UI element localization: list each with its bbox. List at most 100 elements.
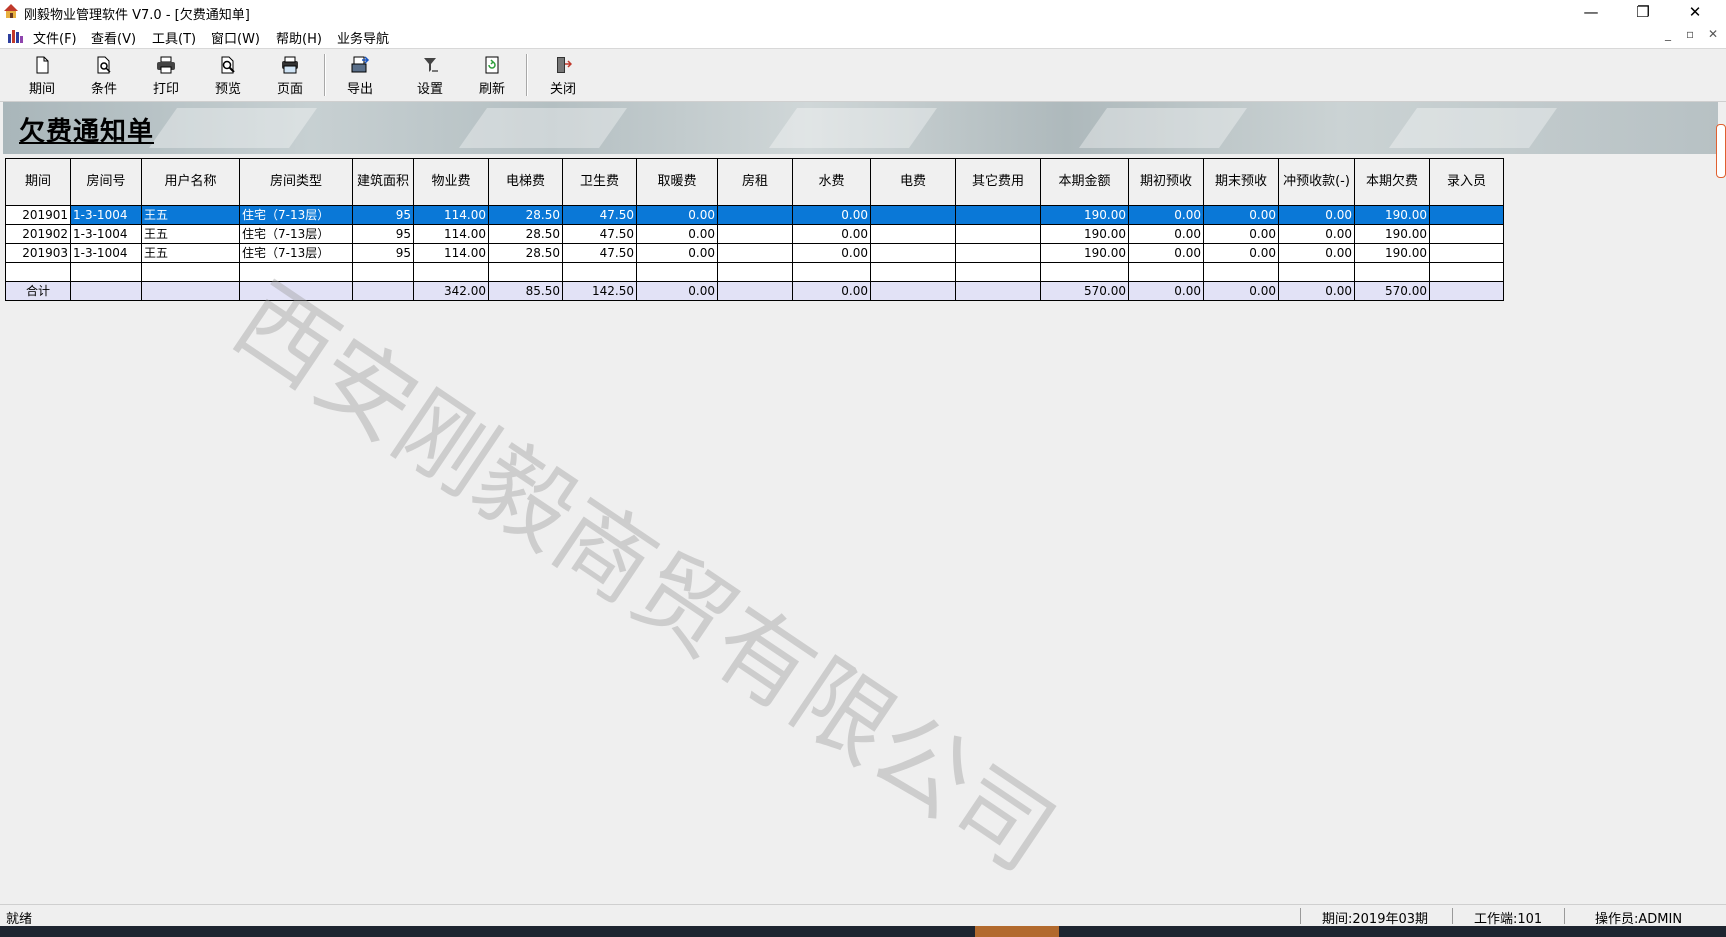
table-cell[interactable]: 201902 [5, 224, 71, 244]
table-cell[interactable]: 95 [352, 205, 414, 225]
col-header[interactable]: 电梯费 [488, 158, 563, 206]
table-cell[interactable]: 114.00 [413, 224, 489, 244]
table-cell[interactable]: 住宅（7-13层） [239, 243, 353, 263]
col-header[interactable]: 冲预收款(-) [1278, 158, 1355, 206]
table-cell[interactable]: 0.00 [1278, 281, 1355, 301]
table-cell[interactable] [717, 224, 793, 244]
table-cell[interactable] [870, 281, 956, 301]
table-cell[interactable]: 190.00 [1354, 243, 1430, 263]
table-cell[interactable]: 0.00 [1128, 205, 1204, 225]
table-cell[interactable]: 0.00 [1128, 243, 1204, 263]
col-header[interactable]: 用户名称 [141, 158, 240, 206]
table-cell[interactable] [352, 281, 414, 301]
table-cell[interactable] [413, 262, 489, 282]
table-cell[interactable] [5, 262, 71, 282]
menu-file[interactable]: 文件(F) [33, 28, 77, 47]
col-header[interactable]: 房租 [717, 158, 793, 206]
table-cell[interactable] [1354, 262, 1430, 282]
col-header[interactable]: 房间类型 [239, 158, 353, 206]
table-cell[interactable]: 47.50 [562, 243, 637, 263]
table-cell[interactable]: 住宅（7-13层） [239, 205, 353, 225]
col-header[interactable]: 物业费 [413, 158, 489, 206]
table-cell[interactable] [636, 262, 718, 282]
table-cell[interactable]: 0.00 [636, 205, 718, 225]
table-cell[interactable]: 0.00 [1278, 205, 1355, 225]
table-cell[interactable] [1429, 243, 1504, 263]
table-cell[interactable] [1040, 262, 1129, 282]
table-cell[interactable]: 201903 [5, 243, 71, 263]
table-cell[interactable]: 0.00 [1128, 224, 1204, 244]
table-cell[interactable] [70, 262, 142, 282]
table-cell[interactable]: 0.00 [792, 281, 871, 301]
col-header[interactable]: 期末预收 [1203, 158, 1279, 206]
col-header[interactable]: 电费 [870, 158, 956, 206]
col-header[interactable]: 本期金额 [1040, 158, 1129, 206]
table-cell[interactable] [70, 281, 142, 301]
table-cell[interactable]: 28.50 [488, 243, 563, 263]
col-header[interactable]: 水费 [792, 158, 871, 206]
table-cell[interactable]: 王五 [141, 243, 240, 263]
table-cell[interactable] [870, 224, 956, 244]
table-row[interactable]: 201901 1-3-1004 王五 住宅（7-13层） 95 114.00 28.50 47… [5, 205, 1504, 225]
table-cell[interactable]: 190.00 [1354, 224, 1430, 244]
total-row[interactable]: 合计 342.00 85.50 142.50 0.00 0.00 570.00 0.00 0.0… [5, 281, 1504, 301]
child-close-button[interactable]: ✕ [1708, 27, 1718, 41]
table-cell[interactable]: 114.00 [413, 243, 489, 263]
col-header[interactable]: 建筑面积 [352, 158, 414, 206]
table-cell[interactable]: 85.50 [488, 281, 563, 301]
table-cell[interactable] [955, 262, 1041, 282]
table-row[interactable]: 201903 1-3-1004 王五 住宅（7-13层） 95 114.00 28.50 47… [5, 243, 1504, 263]
table-cell[interactable]: 0.00 [1203, 243, 1279, 263]
table-cell[interactable]: 1-3-1004 [70, 224, 142, 244]
table-cell[interactable]: 王五 [141, 205, 240, 225]
table-cell[interactable] [1278, 262, 1355, 282]
refresh-button[interactable]: 刷新 [466, 52, 518, 98]
table-cell[interactable]: 0.00 [636, 224, 718, 244]
table-cell[interactable]: 1-3-1004 [70, 205, 142, 225]
table-cell[interactable]: 47.50 [562, 205, 637, 225]
col-header[interactable]: 房间号 [70, 158, 142, 206]
table-cell[interactable]: 1-3-1004 [70, 243, 142, 263]
table-cell[interactable] [1429, 281, 1504, 301]
maximize-button[interactable]: ❐ [1618, 0, 1668, 24]
col-header[interactable]: 本期欠费 [1354, 158, 1430, 206]
table-cell[interactable]: 570.00 [1354, 281, 1430, 301]
preview-button[interactable]: 预览 [202, 52, 254, 98]
table-cell[interactable] [141, 262, 240, 282]
menu-help[interactable]: 帮助(H) [276, 28, 322, 47]
table-cell[interactable]: 0.00 [636, 243, 718, 263]
table-row[interactable] [5, 262, 1504, 282]
close-report-button[interactable]: 关闭 [537, 52, 589, 98]
table-cell[interactable]: 342.00 [413, 281, 489, 301]
table-cell[interactable]: 0.00 [1278, 243, 1355, 263]
table-cell[interactable]: 0.00 [1278, 224, 1355, 244]
table-cell[interactable] [955, 224, 1041, 244]
settings-button[interactable]: 设置 [404, 52, 456, 98]
table-cell[interactable] [792, 262, 871, 282]
table-cell[interactable]: 合计 [5, 281, 71, 301]
table-cell[interactable] [488, 262, 563, 282]
table-cell[interactable]: 95 [352, 243, 414, 263]
table-cell[interactable]: 114.00 [413, 205, 489, 225]
col-header[interactable]: 其它费用 [955, 158, 1041, 206]
col-header[interactable]: 录入员 [1429, 158, 1504, 206]
table-cell[interactable] [562, 262, 637, 282]
table-cell[interactable] [1128, 262, 1204, 282]
table-cell[interactable]: 0.00 [1128, 281, 1204, 301]
col-header[interactable]: 卫生费 [562, 158, 637, 206]
table-cell[interactable]: 190.00 [1040, 243, 1129, 263]
page-setup-button[interactable]: 页面 [264, 52, 316, 98]
table-cell[interactable]: 0.00 [792, 224, 871, 244]
table-cell[interactable]: 28.50 [488, 224, 563, 244]
table-cell[interactable]: 0.00 [1203, 205, 1279, 225]
table-cell[interactable]: 28.50 [488, 205, 563, 225]
table-cell[interactable]: 0.00 [1203, 281, 1279, 301]
menu-business-nav[interactable]: 业务导航 [337, 28, 389, 47]
table-cell[interactable]: 190.00 [1354, 205, 1430, 225]
table-cell[interactable] [1429, 205, 1504, 225]
chart-icon[interactable] [7, 28, 24, 44]
table-cell[interactable] [1429, 224, 1504, 244]
close-button[interactable]: ✕ [1670, 0, 1720, 24]
table-cell[interactable] [955, 243, 1041, 263]
table-cell[interactable]: 0.00 [1203, 224, 1279, 244]
